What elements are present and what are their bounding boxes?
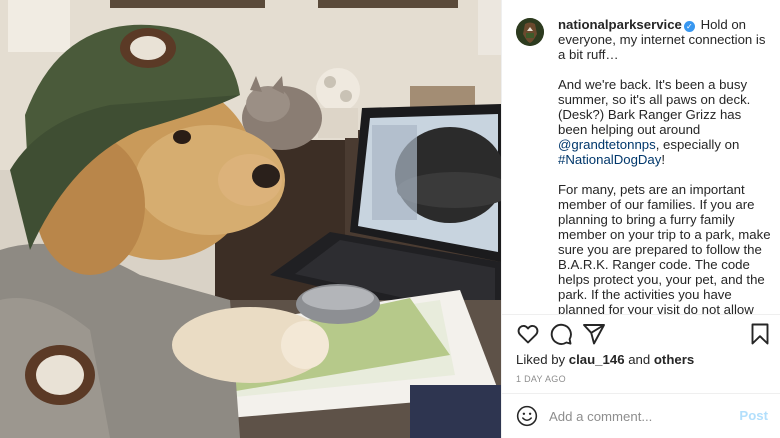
likes-summary: Liked by clau_146 and others [516, 352, 694, 367]
verified-badge-icon: ✓ [683, 21, 695, 32]
action-bar [502, 322, 780, 348]
likes-prefix: Liked by [516, 352, 569, 367]
comment-input[interactable] [549, 405, 729, 427]
likes-others-link[interactable]: others [654, 352, 694, 367]
caption-p2-text-a: And we're back. It's been a busy summer,… [558, 77, 751, 137]
caption-paragraph-2: And we're back. It's been a busy summer,… [558, 77, 772, 167]
post-photo[interactable] [0, 0, 501, 438]
bookmark-icon[interactable] [748, 322, 772, 346]
caption-text: nationalparkservice ✓ Hold on everyone, m… [558, 17, 772, 314]
caption-p2-text-b: , especially on [655, 137, 740, 152]
dog-ranger-photo [0, 0, 501, 438]
avatar[interactable] [516, 18, 544, 46]
mention-link[interactable]: @grandtetonnps [558, 137, 656, 152]
username-link[interactable]: nationalparkservice [558, 17, 682, 32]
nps-arrowhead-icon [516, 18, 544, 46]
likes-middle: and [624, 352, 654, 367]
emoji-icon[interactable] [516, 405, 538, 427]
caption-paragraph-1: nationalparkservice ✓ Hold on everyone, m… [558, 17, 772, 62]
post-sidebar: nationalparkservice ✓ Hold on everyone, m… [501, 0, 780, 438]
hashtag-link[interactable]: #NationalDogDay [558, 152, 661, 167]
comment-bar: Post [502, 393, 780, 438]
heart-icon[interactable] [516, 322, 540, 346]
post-comment-button[interactable]: Post [739, 408, 768, 423]
liked-by-user-link[interactable]: clau_146 [569, 352, 625, 367]
comment-icon[interactable] [549, 322, 573, 346]
divider [502, 314, 780, 315]
share-icon[interactable] [582, 322, 606, 346]
caption-p2-text-c: ! [661, 152, 666, 167]
caption-paragraph-3: For many, pets are an important member o… [558, 182, 771, 314]
caption-area[interactable]: nationalparkservice ✓ Hold on everyone, m… [502, 0, 780, 314]
post-timestamp[interactable]: 1 DAY AGO [516, 374, 566, 384]
